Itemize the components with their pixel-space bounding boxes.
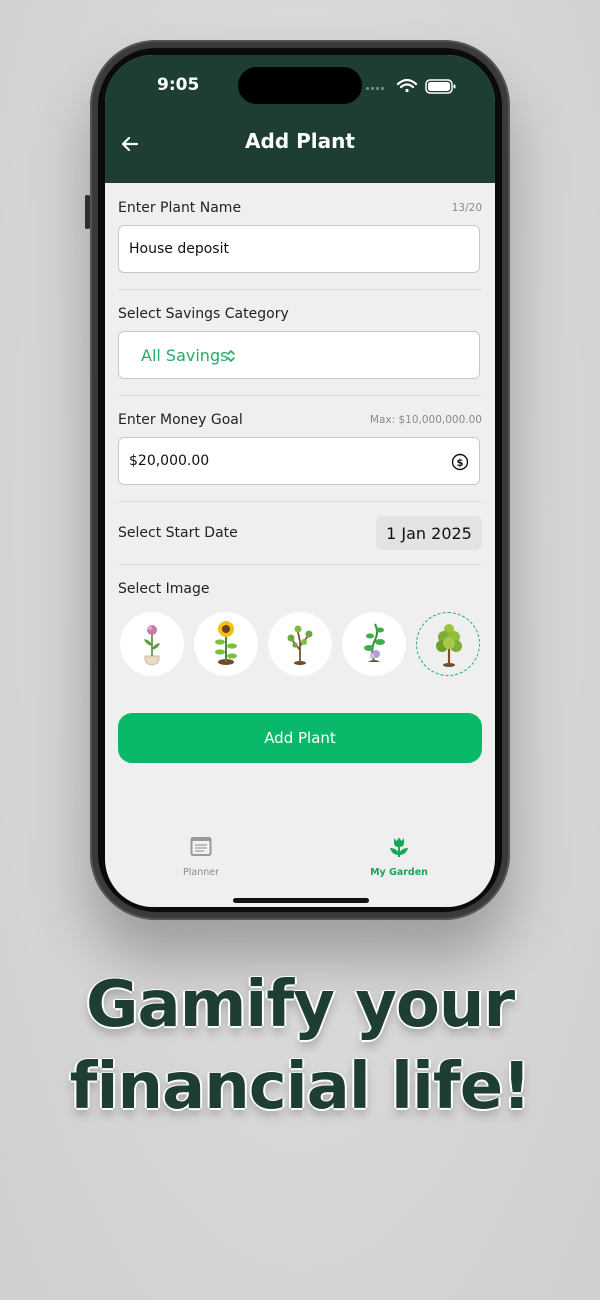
sunflower-icon bbox=[215, 621, 237, 665]
status-time: 9:05 bbox=[157, 75, 200, 95]
tab-my-garden-label: My Garden bbox=[370, 867, 428, 878]
plant-name-label: Enter Plant Name bbox=[118, 200, 242, 216]
plant-name-counter: 13/20 bbox=[451, 202, 482, 214]
dollar-circle-icon: $ bbox=[451, 453, 469, 471]
cellular-signal-icon bbox=[366, 87, 384, 90]
start-date-label: Select Start Date bbox=[118, 525, 238, 541]
select-image-label: Select Image bbox=[118, 581, 210, 597]
divider bbox=[118, 501, 482, 502]
planner-icon bbox=[190, 837, 212, 856]
divider bbox=[118, 395, 482, 396]
divider bbox=[118, 289, 482, 290]
young-tree-icon bbox=[287, 625, 313, 665]
plant-option-flowering-vine[interactable] bbox=[342, 612, 406, 676]
start-date-picker[interactable]: 1 Jan 2025 bbox=[376, 516, 482, 550]
svg-text:$: $ bbox=[457, 458, 464, 469]
category-label: Select Savings Category bbox=[118, 306, 289, 322]
home-indicator bbox=[233, 898, 369, 903]
money-goal-value: $20,000.00 bbox=[129, 453, 210, 469]
potted-flower-icon bbox=[144, 625, 160, 666]
plant-option-potted-flower[interactable] bbox=[120, 612, 184, 676]
tab-planner-label: Planner bbox=[183, 867, 219, 878]
divider bbox=[118, 564, 482, 565]
tulip-icon bbox=[390, 837, 408, 857]
dynamic-island bbox=[238, 67, 362, 104]
tagline-line-1: Gamify your bbox=[86, 968, 515, 1042]
category-select[interactable]: All Savings bbox=[118, 331, 480, 379]
status-icons bbox=[366, 78, 456, 94]
plant-name-value: House deposit bbox=[129, 241, 229, 257]
add-plant-button-label: Add Plant bbox=[264, 729, 336, 747]
page-title: Add Plant bbox=[245, 129, 355, 153]
flowering-vine-icon bbox=[364, 623, 385, 662]
money-goal-label: Enter Money Goal bbox=[118, 412, 243, 428]
plant-option-pine-tree[interactable] bbox=[416, 612, 480, 676]
plant-option-sunflower[interactable] bbox=[194, 612, 258, 676]
plant-name-input[interactable]: House deposit bbox=[118, 225, 480, 273]
category-value: All Savings bbox=[141, 346, 229, 365]
add-plant-button[interactable]: Add Plant bbox=[118, 713, 482, 763]
wifi-icon bbox=[396, 78, 418, 93]
start-date-value: 1 Jan 2025 bbox=[386, 524, 472, 543]
phone-side-button bbox=[85, 195, 90, 229]
app-header: 9:05 Add Plant bbox=[105, 55, 495, 183]
money-goal-input[interactable]: $20,000.00 $ bbox=[118, 437, 480, 485]
plant-option-young-tree[interactable] bbox=[268, 612, 332, 676]
tagline-line-2: financial life! bbox=[69, 1050, 532, 1124]
battery-icon bbox=[425, 79, 456, 94]
money-goal-max-hint: Max: $10,000,000.00 bbox=[369, 414, 482, 426]
pine-tree-icon bbox=[436, 624, 462, 667]
chevron-up-down-icon bbox=[227, 350, 235, 362]
app-screen: 9:05 Add Plant Enter Plant Name 13/20 Ho… bbox=[105, 55, 495, 907]
